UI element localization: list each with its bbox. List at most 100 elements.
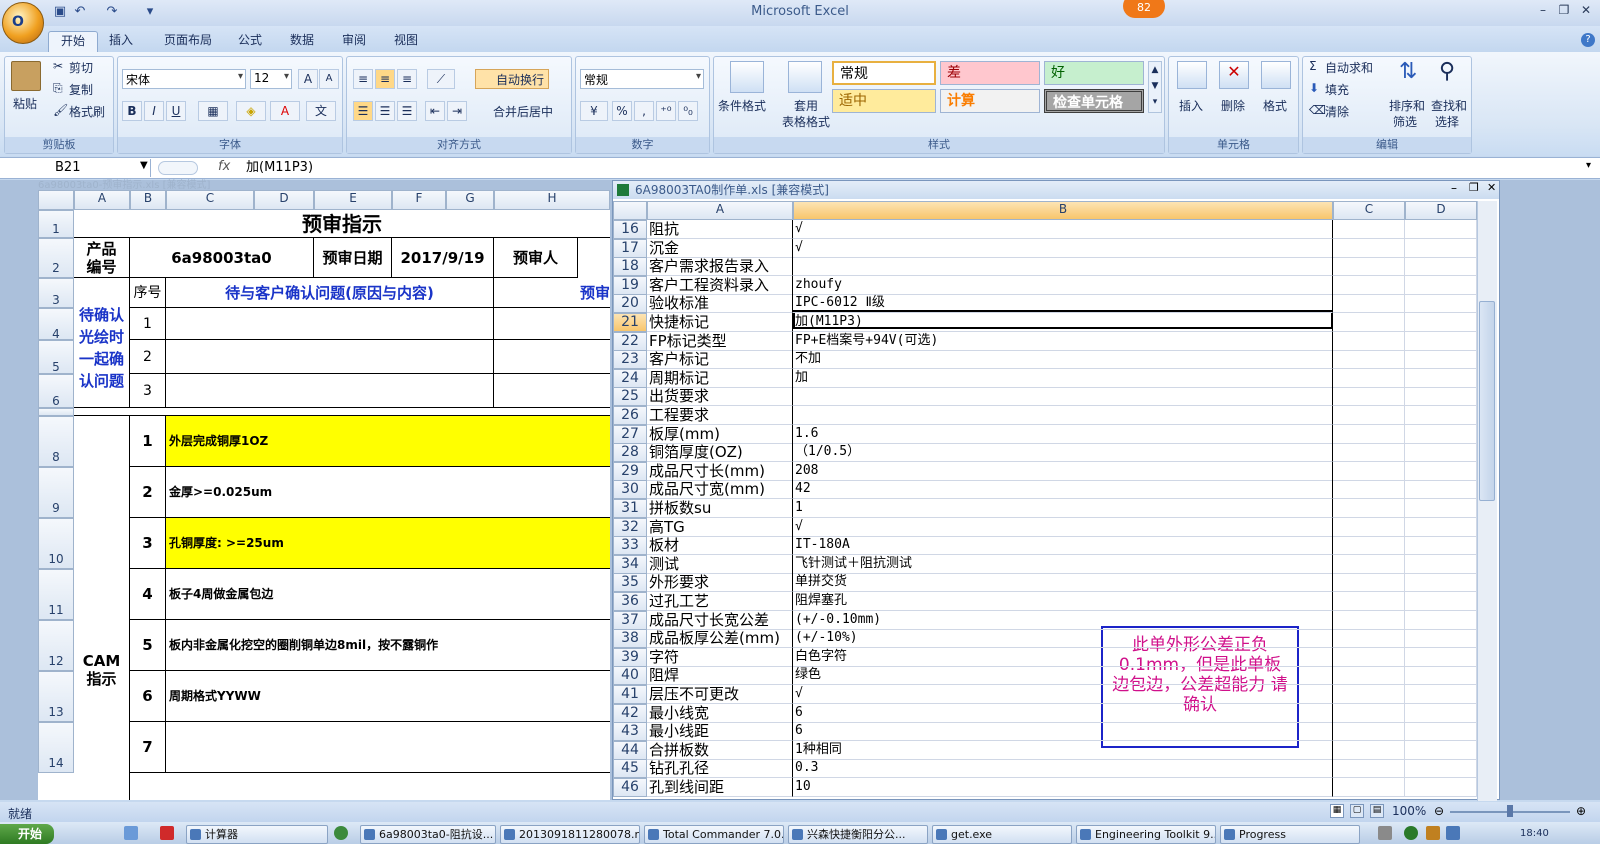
col-header[interactable]: E (314, 190, 392, 210)
page-layout-view-icon[interactable]: ▢ (1350, 804, 1364, 818)
field-value-cell[interactable]: IT-180A (793, 536, 1333, 555)
format-cells-button[interactable]: 格式 (1263, 97, 1287, 114)
empty-cell[interactable] (1333, 276, 1405, 295)
empty-cell[interactable] (1333, 462, 1405, 481)
shrink-font-button[interactable]: A (319, 69, 339, 89)
empty-cell[interactable] (1333, 592, 1405, 611)
tab-data[interactable]: 数据 (278, 31, 326, 52)
row-header[interactable]: 22 (613, 332, 647, 351)
taskbar-item[interactable]: Engineering Toolkit 9.... (1076, 825, 1216, 844)
field-value-cell[interactable]: 1 (793, 499, 1333, 518)
tray-icon[interactable] (1404, 826, 1418, 840)
empty-cell[interactable] (1405, 704, 1477, 723)
empty-cell[interactable] (1405, 611, 1477, 630)
row-header[interactable]: 8 (38, 416, 74, 467)
formula-bar-handle[interactable] (158, 161, 198, 175)
zoom-level[interactable]: 100% (1392, 804, 1426, 818)
insert-cells-button[interactable]: 插入 (1179, 97, 1203, 114)
find-select-line2[interactable]: 选择 (1435, 113, 1459, 130)
autosum-button[interactable]: 自动求和 (1325, 59, 1373, 76)
empty-cell[interactable] (1333, 611, 1405, 630)
field-label-cell[interactable]: 字符 (647, 648, 793, 667)
empty-cell[interactable] (1333, 425, 1405, 444)
cam-item-text[interactable]: 孔铜厚度: >=25um (166, 518, 610, 569)
col-header[interactable]: H (494, 190, 610, 210)
field-label-cell[interactable]: 高TG (647, 518, 793, 537)
style-bad[interactable]: 差 (940, 61, 1040, 85)
col-header[interactable]: G (446, 190, 494, 210)
field-value-cell[interactable]: 10 (793, 778, 1333, 797)
align-top-icon[interactable]: ≡ (353, 69, 373, 89)
empty-cell[interactable] (1405, 722, 1477, 741)
row-header[interactable]: 45 (613, 759, 647, 778)
row-header[interactable]: 9 (38, 467, 74, 518)
field-value-cell[interactable]: 不加 (793, 350, 1333, 369)
empty-cell[interactable] (1333, 741, 1405, 760)
row-header[interactable]: 25 (613, 387, 647, 406)
field-value-cell[interactable]: 绿色 (793, 666, 1333, 685)
empty-cell[interactable] (1405, 443, 1477, 462)
tray-icon[interactable] (1446, 826, 1460, 840)
field-label-cell[interactable]: 客户标记 (647, 350, 793, 369)
empty-cell[interactable] (1405, 536, 1477, 555)
empty-cell[interactable] (1405, 555, 1477, 574)
decrease-indent-icon[interactable]: ⇤ (425, 101, 445, 121)
doc-minimize-icon[interactable]: – (1451, 181, 1457, 195)
percent-button[interactable]: % (612, 101, 632, 121)
empty-cell[interactable] (1333, 257, 1405, 276)
empty-cell[interactable] (1333, 332, 1405, 351)
row-header[interactable]: 14 (38, 722, 74, 773)
row-header[interactable]: 37 (613, 611, 647, 630)
cam-item-text[interactable]: 外层完成铜厚1OZ (166, 416, 610, 467)
empty-cell[interactable] (1405, 276, 1477, 295)
row-header[interactable]: 29 (613, 462, 647, 481)
empty-cell[interactable] (1405, 220, 1477, 239)
border-icon[interactable]: ▦ (198, 101, 228, 121)
row-header[interactable]: 31 (613, 499, 647, 518)
empty-cell[interactable] (1405, 257, 1477, 276)
empty-cell[interactable] (1405, 369, 1477, 388)
row-header[interactable]: 10 (38, 518, 74, 569)
empty-cell[interactable] (1333, 350, 1405, 369)
close-icon[interactable]: ✕ (1578, 3, 1594, 17)
field-value-cell[interactable]: 飞针测试＋阻抗测试 (793, 555, 1333, 574)
empty-cell[interactable] (1333, 666, 1405, 685)
field-value-cell[interactable]: (+/-10%) (793, 629, 1333, 648)
field-label-cell[interactable]: 阻焊 (647, 666, 793, 685)
row-header[interactable]: 46 (613, 778, 647, 797)
field-label-cell[interactable]: 出货要求 (647, 387, 793, 406)
formula-input[interactable]: 加(M11P3) (246, 159, 313, 177)
field-label-cell[interactable]: 客户工程资料录入 (647, 276, 793, 295)
format-as-table-line2[interactable]: 表格格式 (782, 113, 830, 130)
empty-cell[interactable] (1405, 629, 1477, 648)
row-header[interactable]: 13 (38, 671, 74, 722)
empty-cell[interactable] (1333, 294, 1405, 313)
tab-insert[interactable]: 插入 (97, 31, 145, 52)
issue-cell[interactable] (166, 340, 494, 374)
cam-item-number[interactable]: 1 (130, 416, 166, 467)
empty-cell[interactable] (1333, 573, 1405, 592)
grow-font-button[interactable]: A (298, 69, 318, 89)
pdf-icon[interactable] (160, 826, 174, 840)
row-header[interactable]: 43 (613, 722, 647, 741)
row-header[interactable]: 36 (613, 592, 647, 611)
taskbar-item[interactable]: 6a98003ta0-阻抗设... (360, 825, 496, 844)
fill-button[interactable]: 填充 (1325, 81, 1349, 98)
taskbar-item[interactable]: get.exe (932, 825, 1072, 844)
currency-icon[interactable]: ¥ (580, 101, 608, 121)
field-value-cell[interactable]: 白色字符 (793, 648, 1333, 667)
row-header[interactable]: 16 (613, 220, 647, 239)
tray-icon[interactable] (1426, 826, 1440, 840)
format-painter-button[interactable]: 格式刷 (69, 103, 105, 120)
align-center-icon[interactable]: ☰ (375, 101, 395, 121)
issue-cell[interactable] (166, 308, 494, 340)
field-label-cell[interactable]: 铜箔厚度(OZ) (647, 443, 793, 462)
empty-cell[interactable] (1333, 722, 1405, 741)
tab-review[interactable]: 审阅 (330, 31, 378, 52)
empty-cell[interactable] (1405, 350, 1477, 369)
cut-button[interactable]: 剪切 (69, 59, 93, 76)
col-header[interactable]: A (74, 190, 130, 210)
find-select-line1[interactable]: 查找和 (1431, 97, 1467, 114)
empty-cell[interactable] (1333, 480, 1405, 499)
empty-cell[interactable] (1405, 239, 1477, 258)
